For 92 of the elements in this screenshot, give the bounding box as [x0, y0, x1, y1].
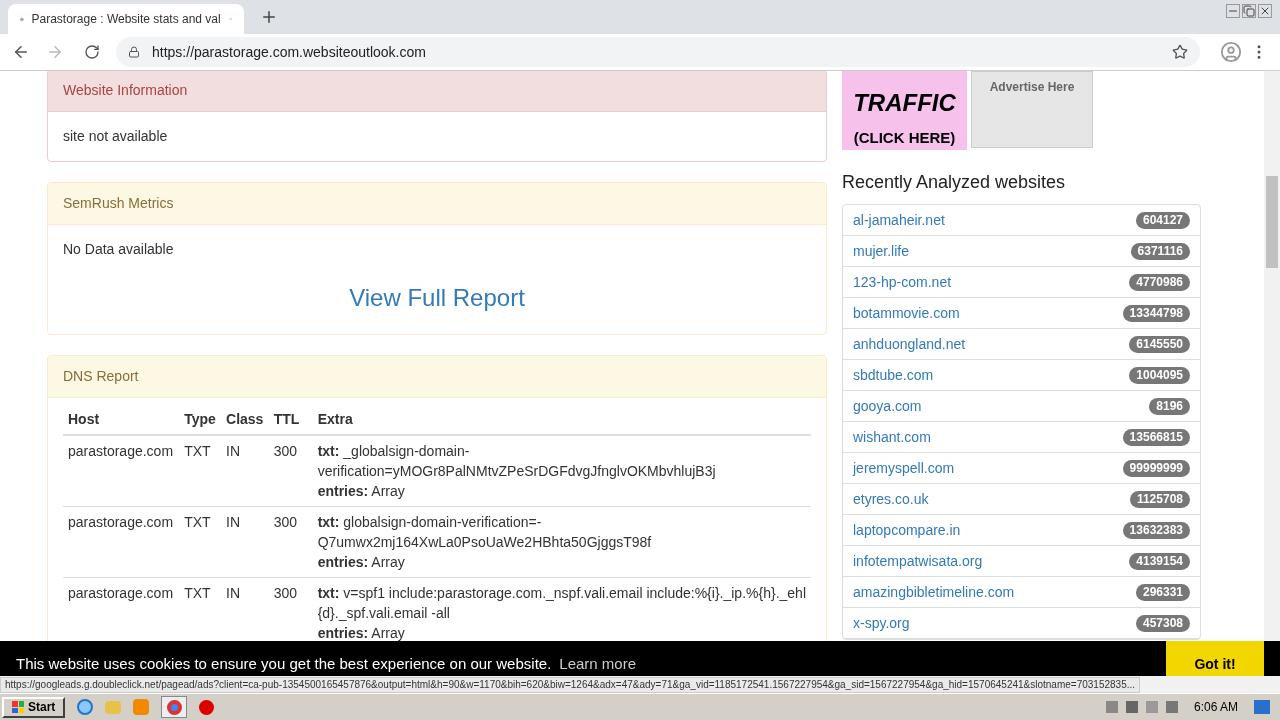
site-link[interactable]: etyres.co.uk [853, 488, 929, 510]
profile-icon[interactable] [1220, 41, 1242, 63]
site-link[interactable]: wishant.com [853, 426, 931, 448]
site-link[interactable]: jeremyspell.com [853, 457, 955, 479]
table-cell: IN [221, 435, 269, 507]
status-url: https://googleads.g.doubleclick.net/pagead/ads?client=ca-pub-1354500165457876&output=html&h=90&w=1170&bih=620&biw=1264&adx=47&ady=71&ga_vid=1185172541.1567227954&ga_sid=1567227954&ga_hid=1570645241&slotname=703152835... [0, 676, 1141, 693]
extra-line: verification=yMOGr8PalNMtvZPeSrDGFdvgJfnglvOKMbvhlujB3j [317, 462, 716, 481]
start-button[interactable]: Start [2, 696, 66, 718]
restore-icon[interactable] [1242, 4, 1256, 18]
address-bar[interactable]: https://parastorage.com.websiteoutlook.com [116, 37, 1200, 67]
count-badge: 1004095 [1129, 366, 1190, 384]
site-link[interactable]: al-jamaheir.net [853, 209, 945, 231]
extra-line: Q7umwx2mj164XwLa0PsoUaWe2HBhta50GjggsT98f [317, 533, 652, 552]
panel-heading: SemRush Metrics [48, 183, 826, 225]
clock-text: 6:06 AM [1193, 699, 1238, 716]
windows-logo-icon [12, 701, 24, 713]
extra-line: entries: Array [317, 624, 405, 641]
reload-icon[interactable] [84, 44, 100, 60]
table-cell: IN [221, 577, 269, 641]
chrome-icon[interactable] [161, 696, 188, 718]
stop-icon[interactable] [199, 699, 215, 715]
extra-line: txt: globalsign-domain-verification=- [317, 513, 542, 532]
site-link[interactable]: laptopcompare.in [853, 519, 961, 541]
advertise-text: Advertise Here [989, 79, 1075, 96]
back-icon[interactable] [12, 43, 30, 61]
site-link[interactable]: gooya.com [853, 395, 922, 417]
count-badge: 6145550 [1129, 335, 1190, 353]
learn-more-link[interactable]: Learn more [559, 652, 637, 675]
count-badge: 6371116 [1130, 242, 1190, 260]
site-link[interactable]: x-spy.org [853, 612, 910, 634]
minimize-icon[interactable] [1226, 4, 1240, 18]
count-badge: 4770986 [1129, 273, 1190, 291]
table-cell: TXT [179, 506, 221, 578]
count-badge: 296331 [1135, 583, 1190, 601]
count-badge: 13632383 [1122, 521, 1190, 539]
new-tab-icon[interactable] [260, 8, 278, 26]
site-link[interactable]: amazingbibletimeline.com [853, 581, 1015, 603]
lock-icon [128, 46, 140, 58]
count-badge: 99999999 [1122, 459, 1190, 477]
advertise-placeholder[interactable]: Advertise Here [971, 71, 1093, 148]
count-badge: 604127 [1135, 211, 1190, 229]
site-link[interactable]: 123-hp-com.net [853, 271, 952, 293]
ad-headline: TRAFFIC [853, 90, 956, 115]
table-cell: 300 [268, 435, 313, 507]
count-badge: 1125708 [1129, 490, 1190, 508]
ad-text: (CLICK HERE) [853, 127, 956, 148]
close-window-icon[interactable] [1258, 4, 1272, 18]
column-header: Extra [312, 405, 811, 435]
panel-heading: Website Information [48, 71, 826, 112]
table-cell: 300 [268, 577, 313, 641]
table-cell: IN [221, 506, 269, 578]
panel-text: site not available [63, 127, 169, 146]
browser-icon[interactable] [77, 699, 94, 715]
tab-title: Parastorage : Website stats and val [31, 11, 221, 28]
forward-icon[interactable] [46, 43, 64, 61]
scrollbar[interactable] [1264, 71, 1280, 641]
star-icon[interactable] [1172, 44, 1188, 60]
extra-line: txt: _globalsign-domain- [317, 442, 470, 461]
site-link[interactable]: anhduongland.net [853, 333, 966, 355]
site-link[interactable]: botammovie.com [853, 302, 960, 324]
table-cell: parastorage.com [63, 577, 180, 641]
cookie-text: This website uses cookies to ensure you get the best experience on our website. [16, 653, 552, 674]
extra-line: entries: Array [317, 482, 405, 501]
panel-text: No Data available [63, 240, 175, 259]
extra-line: txt: v=spf1 include:parastorage.com._nspf.vali.email include:%{i}._ip.%{h}._ehl [317, 584, 806, 603]
column-header: TTL [268, 405, 313, 435]
count-badge: 4139154 [1129, 552, 1190, 570]
table-cell: TXT [179, 577, 221, 641]
site-link[interactable]: sbdtube.com [853, 364, 934, 386]
scrollbar-thumb[interactable] [1266, 176, 1278, 268]
extra-line: {d}._spf.vali.email -all [317, 604, 450, 623]
browser-tab[interactable]: Parastorage : Website stats and val [8, 4, 244, 34]
column-header: Type [179, 405, 221, 435]
table-cell: parastorage.com [63, 506, 180, 578]
table-cell: TXT [179, 435, 221, 507]
view-report-link[interactable]: View Full Report [349, 280, 525, 316]
count-badge: 13566815 [1122, 428, 1190, 446]
site-link[interactable]: mujer.life [853, 240, 910, 262]
count-badge: 13344798 [1122, 304, 1190, 322]
url-text: https://parastorage.com.websiteoutlook.com [152, 42, 427, 62]
count-badge: 8196 [1149, 397, 1190, 415]
site-link[interactable]: infotempatwisata.org [853, 550, 983, 572]
traffic-ad-banner[interactable]: TRAFFIC (CLICK HERE) [842, 71, 967, 150]
sidebar-heading: Recently Analyzed websites [842, 171, 1066, 194]
panel-heading: DNS Report [48, 356, 826, 398]
count-badge: 457308 [1135, 614, 1190, 632]
column-header: Host [63, 405, 180, 435]
got-it-button[interactable]: Got it! [1166, 641, 1264, 676]
table-cell: 300 [268, 506, 313, 578]
column-header: Class [221, 405, 269, 435]
extra-line: entries: Array [317, 553, 405, 572]
table-cell: parastorage.com [63, 435, 180, 507]
